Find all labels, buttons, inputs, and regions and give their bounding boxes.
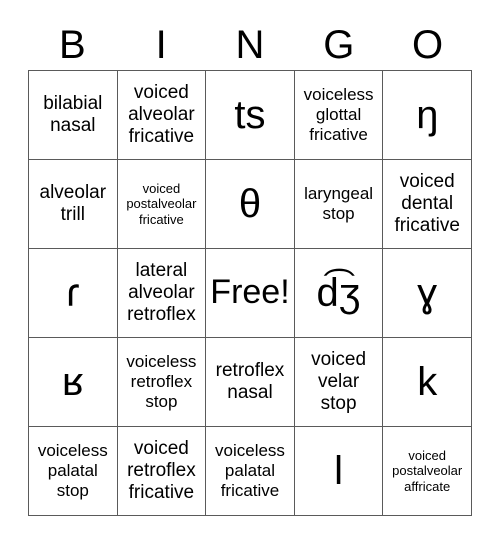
bingo-cell-free[interactable]: Free! <box>205 248 295 338</box>
bingo-cell-text: d͡ʒ <box>316 270 361 315</box>
bingo-cell-text: ts <box>234 92 266 137</box>
bingo-cell-b2[interactable]: alveolar trill <box>28 159 118 249</box>
bingo-cell-text: voiced retroflex fricative <box>127 437 196 504</box>
bingo-cell-i4[interactable]: voiceless retroflex stop <box>116 337 207 427</box>
free-space-text: Free! <box>210 273 290 312</box>
bingo-cell-text: voiced postalveolar affricate <box>392 448 463 494</box>
header-letter-b: B <box>59 23 86 67</box>
bingo-cell-b5[interactable]: voiceless palatal stop <box>28 426 118 516</box>
bingo-cell-text: voiced velar stop <box>311 348 367 415</box>
bingo-cell-text: bilabial nasal <box>43 92 103 136</box>
bingo-cell-text: l <box>334 448 344 493</box>
bingo-cell-text: ɣ <box>417 270 438 315</box>
bingo-cell-o4[interactable]: k <box>382 337 472 427</box>
bingo-cell-o3[interactable]: ɣ <box>382 248 472 338</box>
header-letter-g: G <box>323 23 355 67</box>
bingo-cell-text: alveolar trill <box>39 181 107 225</box>
bingo-cell-text: voiced alveolar fricative <box>128 81 195 148</box>
bingo-card: B I N G O bilabial nasal voiced alveolar… <box>0 0 500 544</box>
bingo-cell-o2[interactable]: voiced dental fricative <box>382 159 472 249</box>
bingo-cell-text: voiced dental fricative <box>394 170 460 237</box>
bingo-cell-text: laryngeal stop <box>304 184 374 223</box>
bingo-cell-g5[interactable]: l <box>293 426 384 516</box>
bingo-cell-o1[interactable]: ŋ <box>382 70 472 160</box>
bingo-cell-text: ɾ <box>66 270 80 315</box>
bingo-row: ʁ voiceless retroflex stop retroflex nas… <box>28 337 472 427</box>
bingo-cell-n5[interactable]: voiceless palatal fricative <box>205 426 295 516</box>
bingo-cell-n1[interactable]: ts <box>205 70 295 160</box>
bingo-cell-i1[interactable]: voiced alveolar fricative <box>116 70 207 160</box>
bingo-row: alveolar trill voiced postalveolar frica… <box>28 159 472 249</box>
bingo-cell-g1[interactable]: voiceless glottal fricative <box>293 70 384 160</box>
bingo-grid: bilabial nasal voiced alveolar fricative… <box>28 70 472 516</box>
bingo-cell-b1[interactable]: bilabial nasal <box>28 70 118 160</box>
bingo-cell-text: voiceless palatal stop <box>37 441 108 500</box>
bingo-row: bilabial nasal voiced alveolar fricative… <box>28 70 472 160</box>
bingo-cell-o5[interactable]: voiced postalveolar affricate <box>382 426 472 516</box>
bingo-grid-body: bilabial nasal voiced alveolar fricative… <box>28 70 472 516</box>
bingo-cell-text: voiced postalveolar fricative <box>126 181 197 227</box>
bingo-cell-text: voiceless palatal fricative <box>215 441 285 500</box>
bingo-cell-text: θ <box>238 181 262 226</box>
bingo-row: ɾ lateral alveolar retroflex Free! d͡ʒ ɣ <box>28 248 472 338</box>
bingo-cell-text: voiceless retroflex stop <box>126 352 197 411</box>
header-letter-n: N <box>235 23 265 67</box>
header-letter-o: O <box>412 23 444 67</box>
bingo-cell-n4[interactable]: retroflex nasal <box>205 337 295 427</box>
bingo-cell-b4[interactable]: ʁ <box>28 337 118 427</box>
bingo-cell-i2[interactable]: voiced postalveolar fricative <box>116 159 207 249</box>
bingo-row: voiceless palatal stop voiced retroflex … <box>28 426 472 516</box>
bingo-cell-g2[interactable]: laryngeal stop <box>293 159 384 249</box>
bingo-cell-i3[interactable]: lateral alveolar retroflex <box>116 248 207 338</box>
bingo-header: B I N G O <box>28 0 472 70</box>
bingo-cell-text: retroflex nasal <box>215 359 285 403</box>
bingo-cell-g3[interactable]: d͡ʒ <box>293 248 384 338</box>
bingo-cell-b3[interactable]: ɾ <box>28 248 118 338</box>
bingo-cell-n2[interactable]: θ <box>205 159 295 249</box>
bingo-cell-text: lateral alveolar retroflex <box>127 259 196 326</box>
bingo-cell-g4[interactable]: voiced velar stop <box>293 337 384 427</box>
bingo-cell-text: k <box>417 359 438 404</box>
header-letter-i: I <box>155 23 167 67</box>
bingo-cell-i5[interactable]: voiced retroflex fricative <box>116 426 207 516</box>
bingo-cell-text: voiceless glottal fricative <box>303 85 374 144</box>
bingo-cell-text: ʁ <box>61 359 84 404</box>
bingo-cell-text: ŋ <box>416 92 439 137</box>
